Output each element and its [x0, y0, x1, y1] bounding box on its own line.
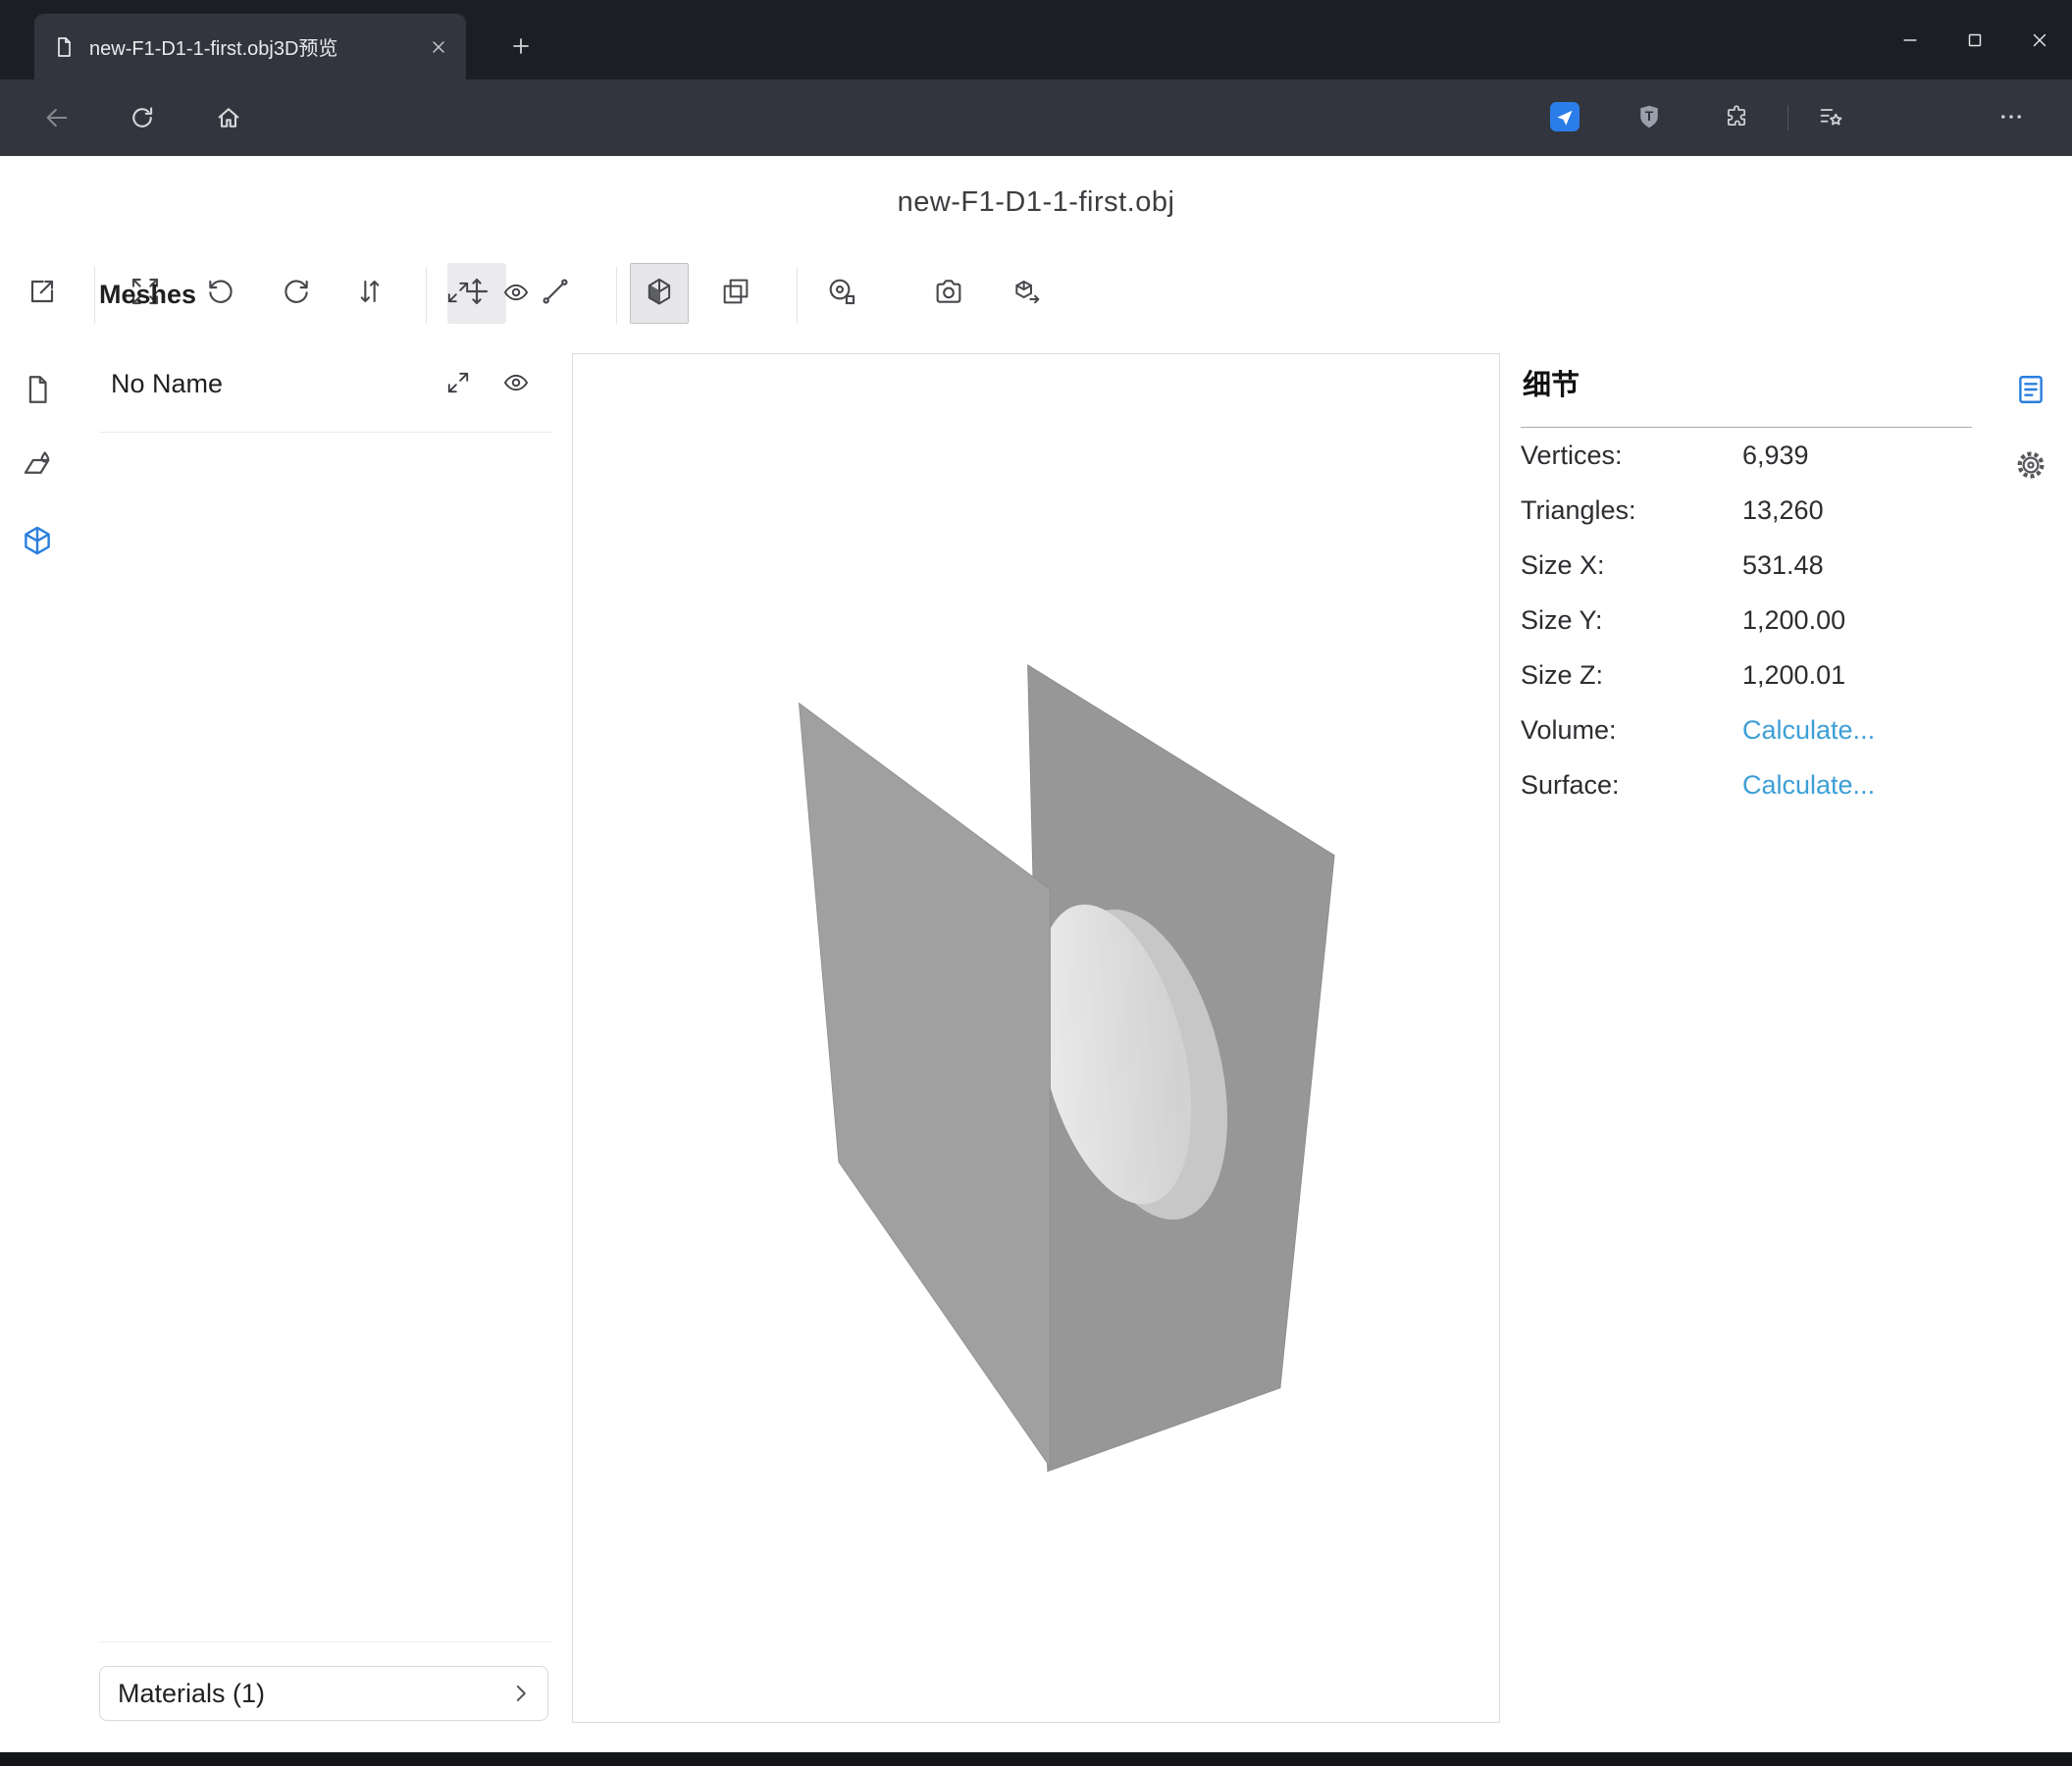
mesh-list-item[interactable]: No Name — [111, 369, 223, 399]
file-info-icon[interactable] — [16, 368, 59, 411]
details-list-icon[interactable] — [2009, 368, 2052, 411]
perspective-view-icon[interactable] — [633, 265, 686, 318]
window-bottom-edge — [0, 1752, 2072, 1766]
shield-extension-icon[interactable]: T — [1626, 93, 1673, 140]
model-cube-icon[interactable] — [16, 519, 59, 562]
toolbar-divider — [616, 267, 617, 324]
viewport-3d[interactable] — [572, 353, 1500, 1723]
refresh-button[interactable] — [119, 94, 166, 141]
details-header: 细节 — [1521, 362, 1974, 403]
detail-row-triangles: Triangles: 13,260 — [1521, 483, 1974, 538]
page-content: new-F1-D1-1-first.obj — [0, 156, 2072, 1752]
favorites-hub-icon[interactable] — [1807, 93, 1854, 140]
rotate-left-icon[interactable] — [194, 265, 247, 318]
navbar-divider — [1787, 105, 1788, 130]
browser-titlebar: new-F1-D1-1-first.obj3D预览 — [0, 0, 2072, 79]
materials-rail-icon[interactable] — [16, 443, 59, 487]
extensions-puzzle-icon[interactable] — [1713, 93, 1760, 140]
maximize-button[interactable] — [1942, 0, 2007, 79]
browser-navbar: https://file.kkview.cn/onlinePreview?url… — [0, 79, 2072, 156]
meshes-focus-icon[interactable] — [439, 273, 478, 312]
details-panel: 细节 Vertices: 6,939 Triangles: 13,260 Siz… — [1521, 362, 1974, 812]
tab-favicon-document-icon — [52, 35, 76, 59]
meshes-header: Meshes — [99, 280, 196, 310]
flip-vertical-icon[interactable] — [343, 265, 396, 318]
back-button[interactable] — [33, 94, 80, 141]
browser-tab[interactable]: new-F1-D1-1-first.obj3D预览 — [34, 14, 466, 79]
meshes-divider — [99, 432, 552, 433]
materials-divider — [99, 1641, 552, 1642]
page-title: new-F1-D1-1-first.obj — [0, 186, 2072, 219]
tape-measure-icon[interactable] — [815, 265, 868, 318]
home-button[interactable] — [205, 94, 252, 141]
detail-row-size-z: Size Z: 1,200.01 — [1521, 648, 1974, 702]
detail-row-surface: Surface: Calculate... — [1521, 757, 1974, 812]
minimize-button[interactable] — [1878, 0, 1942, 79]
rotate-right-icon[interactable] — [270, 265, 323, 318]
toolbar-divider — [94, 267, 95, 324]
detail-row-volume: Volume: Calculate... — [1521, 702, 1974, 757]
mesh-item-visibility-icon[interactable] — [496, 363, 536, 402]
chevron-right-icon — [508, 1681, 534, 1706]
meshes-visibility-icon[interactable] — [496, 273, 536, 312]
detail-row-size-x: Size X: 531.48 — [1521, 538, 1974, 593]
mesh-item-focus-icon[interactable] — [439, 363, 478, 402]
open-file-icon[interactable] — [16, 265, 69, 318]
browser-menu-icon[interactable] — [1988, 93, 2035, 140]
screenshot-camera-icon[interactable] — [922, 265, 975, 318]
toolbar-divider — [426, 267, 427, 324]
svg-text:T: T — [1645, 109, 1654, 124]
detail-row-vertices: Vertices: 6,939 — [1521, 428, 1974, 483]
volume-calculate-link[interactable]: Calculate... — [1742, 715, 1875, 746]
tab-close-icon[interactable] — [423, 31, 454, 63]
new-tab-button[interactable] — [502, 27, 540, 65]
orthographic-view-icon[interactable] — [709, 265, 762, 318]
extension-blue-icon[interactable] — [1541, 93, 1588, 140]
surface-calculate-link[interactable]: Calculate... — [1742, 770, 1875, 801]
model-render — [573, 354, 1501, 1724]
export-model-icon[interactable] — [1001, 265, 1054, 318]
toolbar-divider — [797, 267, 798, 324]
measure-line-icon[interactable] — [529, 265, 582, 318]
materials-button[interactable]: Materials (1) — [99, 1666, 548, 1721]
tab-title: new-F1-D1-1-first.obj3D预览 — [89, 32, 423, 61]
settings-gear-icon[interactable] — [2009, 443, 2052, 487]
close-window-button[interactable] — [2007, 0, 2072, 79]
window-controls — [1878, 0, 2072, 79]
detail-row-size-y: Size Y: 1,200.00 — [1521, 593, 1974, 648]
